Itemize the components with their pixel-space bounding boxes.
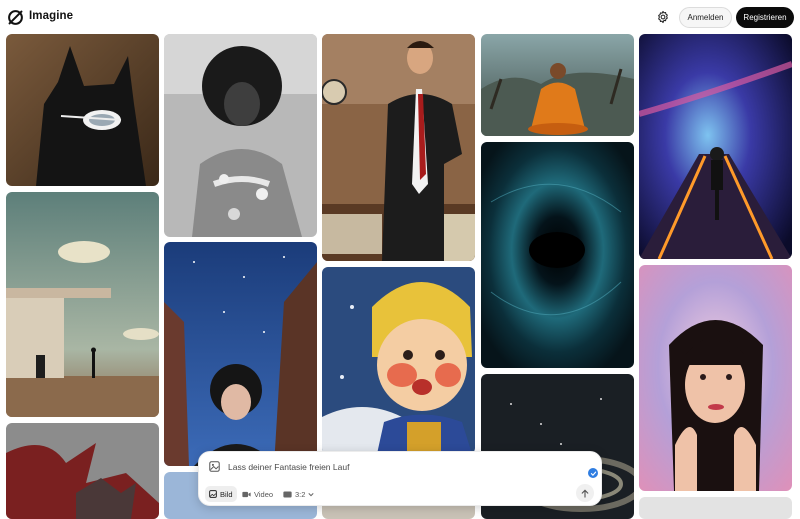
image-mode-icon — [209, 490, 217, 498]
prompt-bar: Lass deiner Fantasie freien Lauf Bild Vi… — [198, 451, 602, 506]
prompt-input[interactable]: Lass deiner Fantasie freien Lauf — [228, 462, 349, 472]
submit-button[interactable] — [576, 484, 594, 502]
aspect-ratio-label: 3:2 — [295, 489, 306, 499]
video-mode-icon — [242, 491, 251, 497]
woman-afro-portrait-image[interactable] — [164, 34, 317, 237]
chevron-down-icon — [308, 492, 315, 496]
cyclist-space-road-image[interactable] — [639, 34, 792, 259]
girl-night-sky-image[interactable] — [164, 242, 317, 466]
mode-video-label: Video — [254, 489, 274, 499]
cartoon-boy-image[interactable] — [322, 267, 475, 454]
monk-meditating-image[interactable] — [481, 34, 634, 136]
page: Imagine Anmelden Registrieren Lass deine… — [0, 0, 800, 519]
modern-house-figure-image[interactable] — [6, 192, 159, 417]
image-prompt-icon[interactable] — [209, 461, 220, 472]
enhance-check-icon[interactable] — [588, 468, 598, 478]
dragon-image[interactable] — [6, 423, 159, 519]
cat-with-sunglasses-image[interactable] — [6, 34, 159, 186]
mode-image-label: Bild — [220, 489, 233, 499]
checkmark-icon — [590, 471, 596, 476]
brand-name[interactable]: Imagine — [29, 10, 73, 22]
mode-video-button[interactable]: Video — [238, 486, 277, 502]
woman-portrait-colorful-image[interactable] — [639, 265, 792, 491]
man-in-suit-office-image[interactable] — [322, 34, 475, 261]
black-hole-vortex-image[interactable] — [481, 142, 634, 368]
light-tile-image[interactable] — [639, 497, 792, 519]
login-button[interactable]: Anmelden — [679, 7, 732, 28]
top-bar: Imagine Anmelden Registrieren — [0, 0, 800, 34]
arrow-up-icon — [581, 489, 589, 498]
aspect-ratio-icon — [283, 491, 292, 497]
aspect-ratio-select[interactable]: 3:2 — [279, 486, 318, 502]
register-button[interactable]: Registrieren — [736, 7, 794, 28]
mode-image-button[interactable]: Bild — [205, 486, 237, 502]
settings-gear-icon[interactable] — [656, 10, 670, 24]
imagine-logo-icon[interactable] — [7, 9, 24, 26]
